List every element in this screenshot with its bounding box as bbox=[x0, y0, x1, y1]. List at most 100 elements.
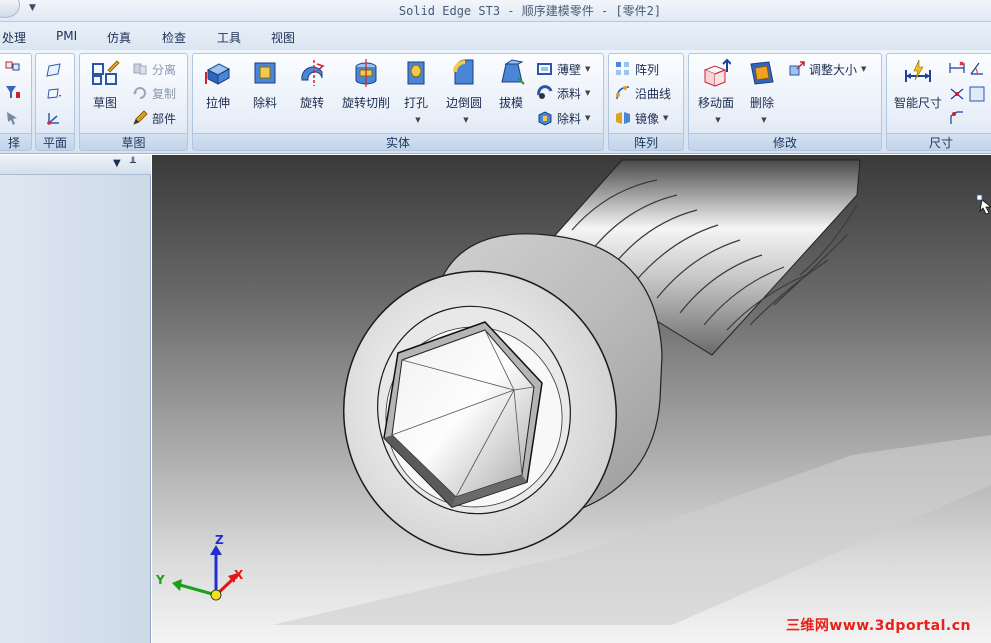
coincident-plane-icon[interactable] bbox=[46, 86, 62, 102]
coordinate-system-icon[interactable] bbox=[46, 110, 62, 126]
move-face-dropdown-icon[interactable]: ▼ bbox=[715, 116, 720, 124]
coordinate-dimension-icon[interactable] bbox=[969, 86, 985, 102]
angle-dimension-icon[interactable] bbox=[969, 60, 985, 76]
remove-material-icon bbox=[538, 111, 552, 126]
extrude-button[interactable]: 拉伸 bbox=[195, 58, 241, 111]
move-face-label: 移动面 bbox=[697, 96, 734, 110]
revolve-icon bbox=[301, 60, 325, 86]
remove-material-dropdown-icon[interactable]: ▼ bbox=[585, 114, 590, 122]
graphics-viewport[interactable]: Z Y X 三维网www.3dportal.cn bbox=[152, 155, 991, 643]
revolve-cut-icon bbox=[355, 59, 377, 87]
sketch-icon bbox=[92, 60, 120, 85]
thin-wall-button[interactable]: 薄壁 ▼ bbox=[537, 59, 590, 79]
revolve-cut-button[interactable]: 旋转切削 bbox=[339, 58, 393, 111]
tab-simulation[interactable]: 仿真 bbox=[107, 29, 131, 46]
resize-button[interactable]: 调整大小 ▼ bbox=[789, 59, 866, 79]
move-face-button[interactable]: 移动面 ▼ bbox=[691, 58, 741, 125]
dimension-group: 智能尺寸 尺寸 bbox=[886, 53, 991, 151]
pattern-label: 阵列 bbox=[635, 62, 660, 77]
copy-label: 复制 bbox=[152, 86, 177, 101]
solid-group: 拉伸 除料 旋转 旋转切削 打孔 ▼ 边倒圆 ▼ 拔模 薄壁 ▼ 添料 ▼ 除料… bbox=[192, 53, 604, 151]
along-curve-icon bbox=[616, 86, 630, 100]
resize-icon bbox=[789, 61, 805, 76]
round-dropdown-icon[interactable]: ▼ bbox=[463, 116, 468, 124]
symmetric-dimension-icon[interactable] bbox=[949, 86, 965, 102]
extrude-label: 拉伸 bbox=[205, 96, 230, 110]
pattern-group-label: 阵列 bbox=[609, 133, 683, 150]
pattern-button[interactable]: 阵列 bbox=[615, 59, 659, 79]
ribbon: 择 平面 草图 分离 复制 部件 草图 拉伸 除料 旋转 旋转切削 打孔 ▼ 边… bbox=[0, 50, 991, 154]
tab-inspect[interactable]: 检查 bbox=[162, 29, 186, 46]
sketch-label: 草图 bbox=[92, 96, 117, 110]
delete-button[interactable]: 删除 ▼ bbox=[739, 58, 785, 125]
axis-x-label: X bbox=[234, 568, 244, 582]
draft-button[interactable]: 拔模 bbox=[488, 58, 534, 111]
add-material-icon bbox=[537, 85, 553, 99]
add-material-dropdown-icon[interactable]: ▼ bbox=[585, 89, 590, 97]
pick-icon[interactable] bbox=[5, 110, 21, 126]
resize-label: 调整大小 bbox=[809, 62, 858, 77]
hole-icon bbox=[407, 61, 425, 85]
cut-icon bbox=[254, 62, 276, 84]
filter-icon[interactable] bbox=[5, 84, 21, 100]
tab-pmi[interactable]: PMI bbox=[56, 29, 77, 43]
resize-dropdown-icon[interactable]: ▼ bbox=[861, 65, 866, 73]
round-button[interactable]: 边倒圆 ▼ bbox=[441, 58, 487, 125]
tab-tools[interactable]: 工具 bbox=[217, 29, 241, 46]
pattern-group: 阵列 沿曲线 镜像 ▼ 阵列 bbox=[608, 53, 684, 151]
round-icon bbox=[453, 59, 474, 85]
site-watermark: 三维网www.3dportal.cn bbox=[785, 618, 971, 634]
thin-wall-icon bbox=[537, 63, 552, 75]
axis-triad[interactable] bbox=[172, 545, 238, 601]
thin-wall-dropdown-icon[interactable]: ▼ bbox=[585, 65, 590, 73]
along-curve-button[interactable]: 沿曲线 bbox=[615, 83, 671, 103]
modify-group: 移动面 ▼ 删除 ▼ 调整大小 ▼ 修改 bbox=[688, 53, 882, 151]
axis-z-label: Z bbox=[215, 533, 224, 547]
hole-button[interactable]: 打孔 ▼ bbox=[393, 58, 439, 125]
window-title: Solid Edge ST3 - 顺序建模零件 - [零件2] bbox=[398, 4, 662, 18]
delete-dropdown-icon[interactable]: ▼ bbox=[761, 116, 766, 124]
select-tool-icon[interactable] bbox=[5, 60, 21, 76]
sketch-group-label: 草图 bbox=[80, 133, 187, 150]
cut-label: 除料 bbox=[252, 96, 277, 110]
sketch-button[interactable]: 草图 bbox=[82, 58, 128, 111]
dimension-group-label: 尺寸 bbox=[887, 133, 991, 150]
add-material-button[interactable]: 添料 ▼ bbox=[537, 83, 590, 103]
plane-icon[interactable] bbox=[46, 62, 62, 78]
pattern-icon bbox=[616, 62, 629, 75]
tab-view[interactable]: 视图 bbox=[271, 29, 295, 46]
dimension-between-icon[interactable] bbox=[949, 60, 965, 76]
remove-material-label: 除料 bbox=[557, 111, 582, 126]
select-group-label: 择 bbox=[0, 133, 31, 150]
part-pencil-icon bbox=[133, 110, 148, 125]
cut-button[interactable]: 除料 bbox=[242, 58, 288, 111]
solid-group-label: 实体 bbox=[193, 133, 603, 150]
select-group: 择 bbox=[0, 53, 32, 151]
copy-button[interactable]: 复制 bbox=[132, 83, 176, 103]
pin-icon[interactable]: ╨ bbox=[130, 158, 136, 169]
part-button[interactable]: 部件 bbox=[132, 108, 176, 128]
mirror-dropdown-icon[interactable]: ▼ bbox=[663, 114, 668, 122]
round-label: 边倒圆 bbox=[445, 96, 482, 110]
title-bar: ▼ Solid Edge ST3 - 顺序建模零件 - [零件2] bbox=[0, 0, 991, 22]
pane-dropdown-icon[interactable]: ▼ bbox=[113, 158, 121, 169]
extrude-icon bbox=[205, 63, 231, 85]
mirror-button[interactable]: 镜像 ▼ bbox=[615, 108, 668, 128]
hole-label: 打孔 bbox=[403, 96, 428, 110]
axis-y-label: Y bbox=[156, 573, 165, 587]
copy-icon bbox=[133, 87, 146, 99]
tab-process[interactable]: 处理 bbox=[2, 29, 26, 46]
smart-dimension-icon bbox=[905, 59, 931, 82]
ribbon-tab-bar: 处理 PMI 仿真 检查 工具 视图 bbox=[0, 22, 991, 50]
revolve-button[interactable]: 旋转 bbox=[289, 58, 335, 111]
hole-dropdown-icon[interactable]: ▼ bbox=[415, 116, 420, 124]
separate-button[interactable]: 分离 bbox=[132, 59, 176, 79]
bolt-model bbox=[172, 159, 991, 625]
modify-group-label: 修改 bbox=[689, 133, 881, 150]
chamfer-dimension-icon[interactable] bbox=[949, 110, 965, 126]
remove-material-button[interactable]: 除料 ▼ bbox=[537, 108, 590, 128]
mouse-cursor-icon bbox=[979, 199, 991, 215]
draft-label: 拔模 bbox=[498, 96, 523, 110]
plane-group-label: 平面 bbox=[36, 133, 74, 150]
smart-dimension-button[interactable]: 智能尺寸 bbox=[889, 58, 947, 111]
